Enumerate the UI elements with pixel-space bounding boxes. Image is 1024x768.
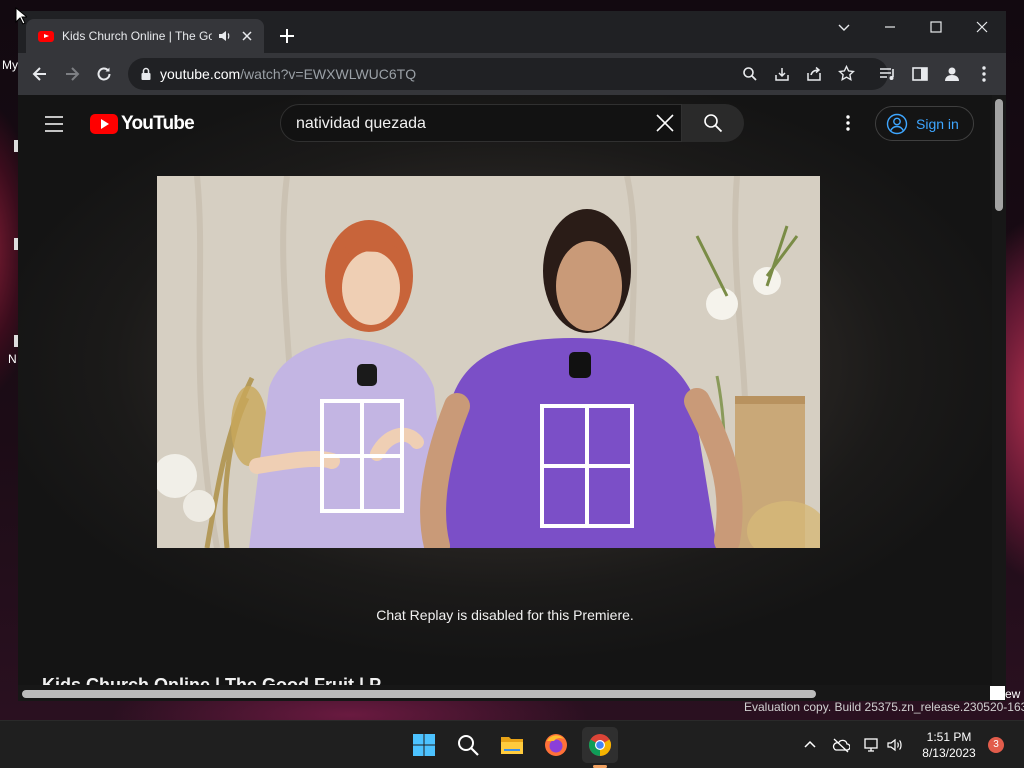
youtube-page: YouTube natividad quezada Sign in Chat R… (18, 95, 992, 685)
taskbar-search-button[interactable] (450, 727, 486, 763)
desktop-icon-label[interactable]: My (2, 58, 18, 72)
tab-title: Kids Church Online | The Good Fruit | P (62, 29, 212, 43)
url-host: youtube.com (160, 66, 241, 82)
chat-replay-message: Chat Replay is disabled for this Premier… (376, 607, 634, 623)
firefox-icon (545, 734, 567, 756)
horizontal-scroll-thumb[interactable] (22, 690, 816, 698)
search-icon (704, 114, 723, 133)
search-input-value[interactable]: natividad quezada (296, 115, 426, 133)
file-explorer-icon (501, 737, 523, 754)
url-path: /watch?v=EWXWLWUC6TQ (240, 66, 417, 82)
chrome-icon (589, 734, 611, 756)
horizontal-scrollbar[interactable] (18, 685, 1006, 701)
video-title: Kids Church Online | The Good Fruit | P (42, 675, 382, 685)
network-icon[interactable] (862, 737, 880, 753)
share-icon[interactable] (806, 66, 822, 82)
browser-window: Kids Church Online | The Good Fruit | P (18, 11, 1006, 701)
youtube-logo[interactable]: YouTube (90, 113, 195, 135)
media-queue-icon[interactable] (878, 64, 898, 84)
clock-time: 1:51 PM (926, 730, 972, 744)
youtube-play-logo-icon (90, 114, 118, 134)
chrome-button[interactable] (582, 727, 618, 763)
volume-icon[interactable] (886, 737, 904, 753)
mouse-cursor-icon (15, 7, 27, 25)
search-icon (458, 735, 479, 756)
desktop-label-fragment: ew (1005, 687, 1021, 701)
tab-close-icon[interactable] (240, 29, 254, 43)
video-frame-image (157, 176, 820, 548)
kebab-menu-icon[interactable] (974, 64, 994, 84)
maximize-icon[interactable] (926, 17, 946, 37)
vertical-scrollbar[interactable] (992, 95, 1006, 685)
search-clear-icon[interactable] (655, 113, 675, 133)
firefox-button[interactable] (538, 727, 574, 763)
youtube-logo-text: YouTube (121, 113, 195, 134)
windows-start-icon (413, 734, 435, 756)
tab-strip: Kids Church Online | The Good Fruit | P (18, 11, 1006, 53)
browser-toolbar: youtube.com/watch?v=EWXWLWUC6TQ (18, 53, 1006, 95)
zoom-search-icon[interactable] (742, 66, 758, 82)
side-panel-icon[interactable] (910, 64, 930, 84)
system-clock[interactable]: 1:51 PM 8/13/2023 (912, 729, 986, 761)
account-circle-icon (886, 113, 908, 134)
onedrive-offline-icon[interactable] (832, 737, 850, 753)
chevron-up-icon[interactable] (801, 737, 819, 753)
back-arrow-icon[interactable] (30, 64, 50, 84)
install-app-icon[interactable] (774, 66, 790, 82)
desktop-white-square (990, 686, 1005, 700)
reload-icon[interactable] (94, 64, 114, 84)
search-button[interactable] (682, 104, 744, 142)
video-player[interactable] (157, 176, 820, 548)
minimize-icon[interactable] (880, 17, 900, 37)
url-text: youtube.com/watch?v=EWXWLWUC6TQ (160, 66, 416, 82)
vertical-dots-icon[interactable] (838, 113, 858, 133)
evaluation-watermark: Evaluation copy. Build 25375.zn_release.… (744, 700, 1024, 714)
hamburger-menu-icon[interactable] (44, 115, 64, 133)
file-explorer-button[interactable] (494, 727, 530, 763)
vertical-scroll-thumb[interactable] (995, 99, 1003, 211)
profile-icon[interactable] (942, 64, 962, 84)
forward-arrow-icon[interactable] (62, 64, 82, 84)
browser-tab[interactable]: Kids Church Online | The Good Fruit | P (26, 19, 264, 53)
lock-icon[interactable] (140, 67, 152, 81)
address-bar[interactable]: youtube.com/watch?v=EWXWLWUC6TQ (128, 58, 888, 90)
taskbar: 1:51 PM 8/13/2023 3 (0, 720, 1024, 768)
tab-search-icon[interactable] (834, 17, 854, 37)
new-tab-plus-icon[interactable] (278, 27, 296, 45)
sign-in-label: Sign in (916, 115, 959, 132)
search-input[interactable]: natividad quezada (280, 104, 682, 142)
sign-in-button[interactable]: Sign in (875, 106, 974, 141)
speaker-icon[interactable] (218, 29, 232, 43)
desktop-icon-label[interactable]: N (8, 352, 17, 366)
bookmark-star-icon[interactable] (838, 65, 855, 82)
start-button[interactable] (406, 727, 442, 763)
window-close-icon[interactable] (972, 17, 992, 37)
clock-date: 8/13/2023 (922, 746, 976, 760)
youtube-favicon-icon (38, 30, 54, 42)
notification-badge[interactable]: 3 (988, 737, 1004, 753)
